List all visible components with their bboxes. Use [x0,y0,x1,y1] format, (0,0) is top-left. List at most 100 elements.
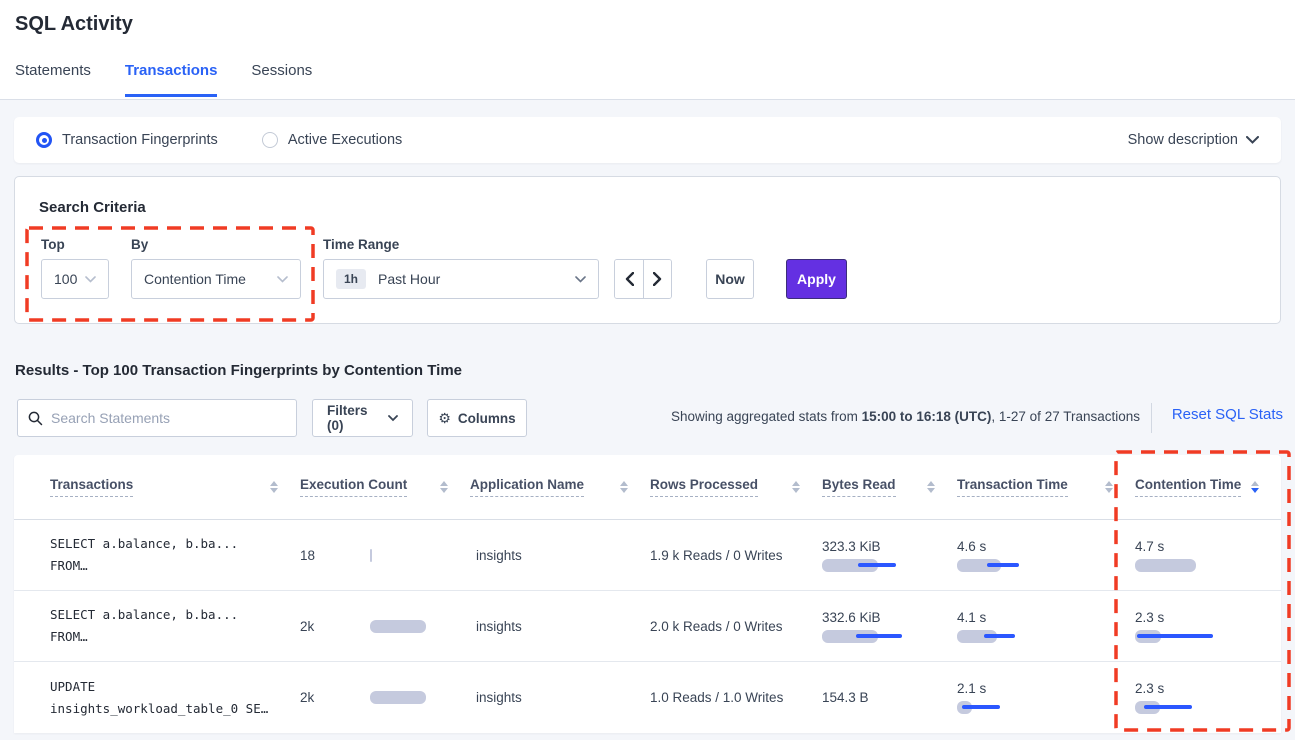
search-criteria-card: Search Criteria Top 100 By Contention Ti… [14,176,1281,324]
view-toggle-card: Transaction Fingerprints Active Executio… [14,117,1281,163]
sort-icon-active[interactable] [1251,481,1259,493]
transaction-time-bar [957,701,1047,714]
table-row: SELECT a.balance, b.ba... FROM… 2k insig… [14,591,1281,662]
time-nav-group [614,259,672,299]
transaction-time-cell: 2.1 s [957,681,1135,714]
bytes-read-cell: 323.3 KiB [822,539,957,572]
chevron-down-icon [277,276,288,283]
page-title: SQL Activity [15,13,133,36]
columns-label: Columns [458,411,516,426]
contention-time-cell: 2.3 s [1135,681,1281,714]
tab-sessions[interactable]: Sessions [251,62,312,97]
chevron-down-icon [1246,136,1259,144]
top-label: Top [41,237,65,252]
table-row: UPDATE insights_workload_table_0 SE… 2k … [14,662,1281,733]
transaction-fingerprint-link[interactable]: SELECT a.balance, b.ba... FROM… [50,533,300,577]
execution-count-bar [370,549,460,562]
rows-processed-cell: 1.9 k Reads / 0 Writes [650,548,822,563]
apply-button[interactable]: Apply [786,259,847,299]
by-label: By [131,237,148,252]
show-description-toggle[interactable]: Show description [1128,132,1259,148]
radio-transaction-fingerprints[interactable]: Transaction Fingerprints [36,132,218,148]
contention-time-bar [1135,630,1225,643]
execution-count-bar [370,620,460,633]
filters-label: Filters (0) [327,403,381,433]
contention-time-cell: 4.7 s [1135,539,1281,572]
column-header-execution-count[interactable]: Execution Count [300,477,470,497]
application-name-cell: insights [470,690,650,705]
divider [1151,403,1152,433]
top-select-value: 100 [54,271,77,287]
column-header-transactions[interactable]: Transactions [50,477,300,497]
time-range-badge: 1h [336,269,366,289]
search-statements-wrap [17,399,297,437]
table-row: SELECT a.balance, b.ba... FROM… 18 insig… [14,520,1281,591]
gear-icon: ⚙ [438,410,451,427]
by-select-value: Contention Time [144,271,246,287]
table-header-row: Transactions Execution Count Application… [14,455,1281,520]
by-select[interactable]: Contention Time [131,259,301,299]
sort-icon[interactable] [792,481,800,493]
transaction-time-cell: 4.6 s [957,539,1135,572]
prev-time-button[interactable] [615,260,643,298]
contention-time-cell: 2.3 s [1135,610,1281,643]
results-heading: Results - Top 100 Transaction Fingerprin… [15,362,462,379]
search-criteria-heading: Search Criteria [39,199,146,216]
rows-processed-cell: 2.0 k Reads / 0 Writes [650,619,822,634]
execution-count-cell: 2k [300,690,470,705]
page-header: SQL Activity Statements Transactions Ses… [0,0,1295,100]
now-button[interactable]: Now [706,259,754,299]
radio-unselected-icon[interactable] [262,132,278,148]
reset-sql-stats-link[interactable]: Reset SQL Stats [1172,406,1283,423]
application-name-cell: insights [470,619,650,634]
tab-transactions[interactable]: Transactions [125,62,218,97]
column-header-bytes-read[interactable]: Bytes Read [822,477,957,497]
transactions-table: Transactions Execution Count Application… [14,455,1281,733]
top-select[interactable]: 100 [41,259,109,299]
contention-time-bar [1135,701,1225,714]
execution-count-bar [370,691,460,704]
radio-selected-icon[interactable] [36,132,52,148]
time-range-value: Past Hour [378,271,440,287]
search-statements-input[interactable] [51,410,286,426]
bytes-read-bar [822,630,912,643]
time-range-select[interactable]: 1h Past Hour [323,259,599,299]
radio-label: Active Executions [288,132,402,148]
show-description-label: Show description [1128,132,1238,148]
rows-processed-cell: 1.0 Reads / 1.0 Writes [650,690,822,705]
transaction-time-bar [957,630,1047,643]
transaction-time-bar [957,559,1047,572]
execution-count-cell: 18 [300,548,470,563]
application-name-cell: insights [470,548,650,563]
transaction-fingerprint-link[interactable]: SELECT a.balance, b.ba... FROM… [50,604,300,648]
sort-icon[interactable] [270,481,278,493]
bytes-read-bar [822,559,912,572]
chevron-down-icon [575,276,586,283]
time-range-label: Time Range [323,237,399,252]
bytes-read-cell: 332.6 KiB [822,610,957,643]
execution-count-cell: 2k [300,619,470,634]
contention-time-bar [1135,559,1225,572]
aggregated-stats-text: Showing aggregated stats from 15:00 to 1… [671,409,1140,424]
column-header-application-name[interactable]: Application Name [470,477,650,497]
bytes-read-cell: 154.3 B [822,690,957,705]
sort-icon[interactable] [440,481,448,493]
filters-button[interactable]: Filters (0) [312,399,413,437]
transaction-fingerprint-link[interactable]: UPDATE insights_workload_table_0 SE… [50,676,300,720]
columns-button[interactable]: ⚙ Columns [427,399,527,437]
column-header-contention-time[interactable]: Contention Time [1135,477,1281,497]
chevron-down-icon [388,415,398,422]
tab-statements[interactable]: Statements [15,62,91,97]
sort-icon[interactable] [1105,481,1113,493]
tab-bar: Statements Transactions Sessions [15,62,312,97]
column-header-rows-processed[interactable]: Rows Processed [650,477,822,497]
radio-label: Transaction Fingerprints [62,132,218,148]
radio-active-executions[interactable]: Active Executions [262,132,402,148]
next-time-button[interactable] [643,260,671,298]
chevron-down-icon [85,276,96,283]
sort-icon[interactable] [620,481,628,493]
column-header-transaction-time[interactable]: Transaction Time [957,477,1135,497]
transaction-time-cell: 4.1 s [957,610,1135,643]
search-icon [28,411,43,426]
sort-icon[interactable] [927,481,935,493]
